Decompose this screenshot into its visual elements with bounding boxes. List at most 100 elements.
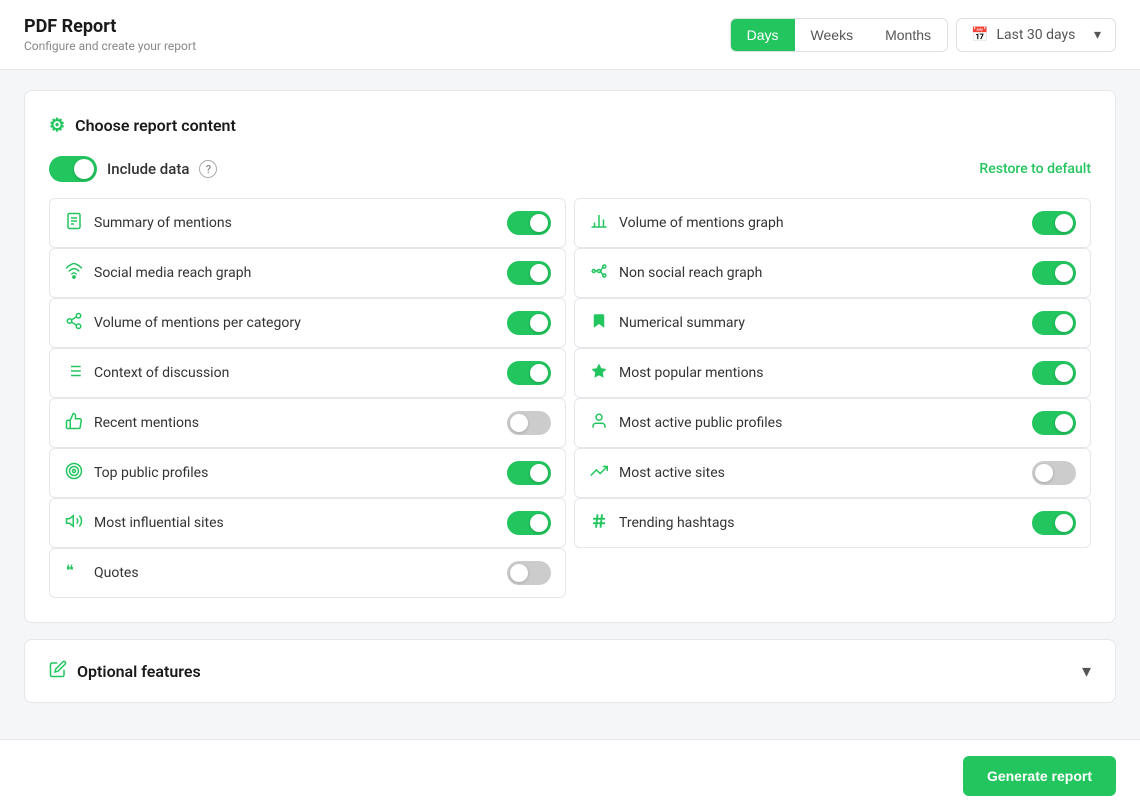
report-content-section: ⚙ Choose report content Include data ? R… [24, 90, 1116, 623]
list-item: Most popular mentions [574, 348, 1091, 398]
bar-chart-icon [589, 212, 609, 234]
target-icon [64, 462, 84, 484]
item-label: Context of discussion [94, 365, 229, 381]
optional-features-label: Optional features [77, 662, 201, 681]
left-column: Summary of mentions Social media reach g… [49, 198, 566, 598]
generate-report-button[interactable]: Generate report [963, 756, 1116, 796]
include-data-label: Include data [107, 160, 189, 178]
section-header: ⚙ Choose report content [49, 115, 1091, 136]
most-active-profiles-toggle[interactable] [1032, 411, 1076, 435]
footer-bar: Generate report [0, 739, 1140, 812]
section-title: ⚙ Choose report content [49, 115, 236, 136]
recent-mentions-toggle[interactable] [507, 411, 551, 435]
time-period-selector: Days Weeks Months [730, 18, 948, 52]
item-left: Context of discussion [64, 362, 229, 384]
social-media-reach-toggle[interactable] [507, 261, 551, 285]
item-label: Non social reach graph [619, 265, 762, 281]
item-label: Trending hashtags [619, 515, 735, 531]
most-popular-mentions-toggle[interactable] [1032, 361, 1076, 385]
include-data-left: Include data ? [49, 156, 217, 182]
weeks-button[interactable]: Weeks [795, 19, 870, 51]
item-left: Summary of mentions [64, 212, 232, 234]
list-item: Volume of mentions graph [574, 198, 1091, 248]
chevron-down-icon: ▾ [1094, 27, 1101, 43]
header: PDF Report Configure and create your rep… [0, 0, 1140, 70]
item-label: Social media reach graph [94, 265, 251, 281]
hashtag-icon [589, 512, 609, 534]
include-data-row: Include data ? Restore to default [49, 156, 1091, 182]
context-discussion-toggle[interactable] [507, 361, 551, 385]
page-title: PDF Report [24, 16, 196, 37]
numerical-summary-toggle[interactable] [1032, 311, 1076, 335]
item-label: Summary of mentions [94, 215, 232, 231]
app-wrapper: PDF Report Configure and create your rep… [0, 0, 1140, 812]
item-label: Most active public profiles [619, 415, 782, 431]
list-item: Most active sites [574, 448, 1091, 498]
document-icon [64, 212, 84, 234]
date-range-label: Last 30 days [996, 27, 1075, 43]
summary-mentions-toggle[interactable] [507, 211, 551, 235]
item-left: Most active public profiles [589, 412, 782, 434]
most-active-sites-toggle[interactable] [1032, 461, 1076, 485]
item-left: Volume of mentions graph [589, 212, 784, 234]
thumbs-up-icon [64, 412, 84, 434]
quote-icon: ❝ [64, 562, 84, 584]
item-left: Volume of mentions per category [64, 312, 301, 334]
item-left: Most active sites [589, 462, 725, 484]
include-data-toggle[interactable] [49, 156, 97, 182]
list-item: Social media reach graph [49, 248, 566, 298]
item-label: Quotes [94, 565, 139, 581]
optional-features-section[interactable]: Optional features ▾ [24, 639, 1116, 703]
months-button[interactable]: Months [869, 19, 947, 51]
quotes-toggle[interactable] [507, 561, 551, 585]
edit-icon [49, 660, 67, 682]
list-item: Volume of mentions per category [49, 298, 566, 348]
days-button[interactable]: Days [731, 19, 795, 51]
item-label: Most popular mentions [619, 365, 764, 381]
page-subtitle: Configure and create your report [24, 39, 196, 53]
help-icon[interactable]: ? [199, 160, 217, 178]
item-left: Non social reach graph [589, 262, 762, 284]
non-social-reach-toggle[interactable] [1032, 261, 1076, 285]
list-item: ❝ Quotes [49, 548, 566, 598]
item-label: Volume of mentions graph [619, 215, 784, 231]
header-right: Days Weeks Months 📅 Last 30 days ▾ [730, 18, 1116, 52]
volume-mentions-graph-toggle[interactable] [1032, 211, 1076, 235]
list-item: Trending hashtags [574, 498, 1091, 548]
list-item: Numerical summary [574, 298, 1091, 348]
most-influential-sites-toggle[interactable] [507, 511, 551, 535]
top-public-profiles-toggle[interactable] [507, 461, 551, 485]
list-item: Summary of mentions [49, 198, 566, 248]
list-item: Context of discussion [49, 348, 566, 398]
gear-icon: ⚙ [49, 115, 65, 136]
optional-title: Optional features [49, 660, 201, 682]
item-label: Most active sites [619, 465, 725, 481]
star-icon [589, 362, 609, 384]
items-grid: Summary of mentions Social media reach g… [49, 198, 1091, 598]
wifi-icon [64, 262, 84, 284]
item-left: Trending hashtags [589, 512, 735, 534]
item-left: Most influential sites [64, 512, 224, 534]
network-icon [589, 262, 609, 284]
restore-default-link[interactable]: Restore to default [979, 161, 1091, 177]
item-left: Most popular mentions [589, 362, 764, 384]
profile-icon [589, 412, 609, 434]
item-label: Most influential sites [94, 515, 224, 531]
bookmark-icon [589, 312, 609, 334]
item-left: Social media reach graph [64, 262, 251, 284]
item-label: Recent mentions [94, 415, 199, 431]
trend-icon [589, 462, 609, 484]
header-left: PDF Report Configure and create your rep… [24, 16, 196, 53]
right-column: Volume of mentions graph Non social reac… [574, 198, 1091, 598]
item-left: ❝ Quotes [64, 562, 139, 584]
share-icon [64, 312, 84, 334]
list-item: Non social reach graph [574, 248, 1091, 298]
date-range-picker[interactable]: 📅 Last 30 days ▾ [956, 18, 1116, 52]
main-content: ⚙ Choose report content Include data ? R… [0, 70, 1140, 739]
list-item: Recent mentions [49, 398, 566, 448]
item-label: Numerical summary [619, 315, 745, 331]
item-left: Top public profiles [64, 462, 208, 484]
volume-per-category-toggle[interactable] [507, 311, 551, 335]
section-title-text: Choose report content [75, 116, 236, 135]
trending-hashtags-toggle[interactable] [1032, 511, 1076, 535]
